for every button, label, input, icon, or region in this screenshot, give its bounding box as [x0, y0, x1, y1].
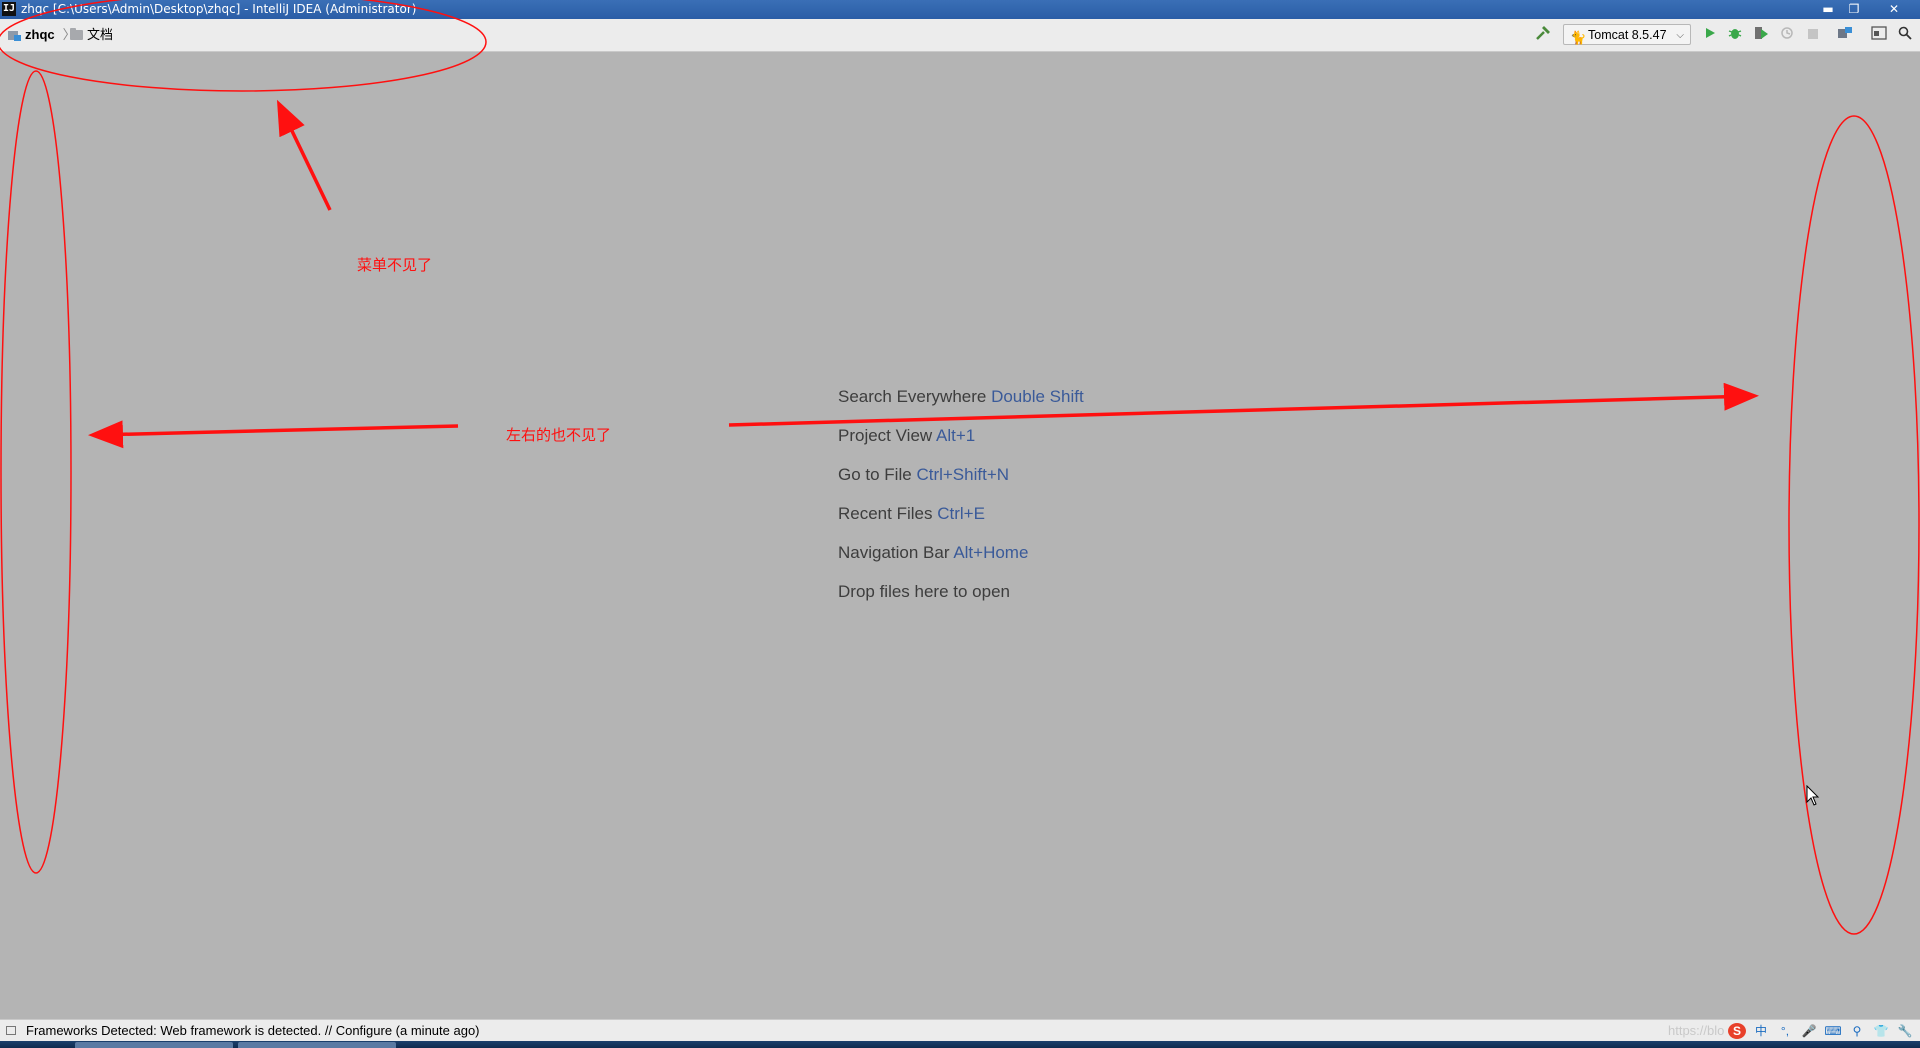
debug-icon[interactable]: [1725, 25, 1745, 45]
watermark-text: https://blo: [1668, 1023, 1725, 1038]
mouse-cursor-icon: [1806, 785, 1820, 806]
status-message[interactable]: Frameworks Detected: Web framework is de…: [26, 1020, 480, 1042]
layout-icon[interactable]: [1869, 25, 1889, 45]
hammer-icon[interactable]: [1533, 25, 1553, 45]
hint-label: Go to File: [838, 465, 912, 484]
user-icon[interactable]: ⚲: [1848, 1023, 1866, 1039]
hint-label: Recent Files: [838, 504, 933, 523]
punctuation-icon[interactable]: °,: [1776, 1023, 1794, 1039]
intellij-app-icon: IJ: [2, 2, 16, 16]
ime-language-indicator[interactable]: 中: [1752, 1023, 1770, 1039]
annotation-arrow-left: [88, 420, 459, 449]
hint-go-to-file: Go to File Ctrl+Shift+N: [838, 462, 1084, 501]
breadcrumb-folder[interactable]: 文档: [70, 19, 113, 51]
hint-navigation-bar: Navigation Bar Alt+Home: [838, 540, 1084, 579]
annotation-sides-missing: 左右的也不见了: [506, 426, 612, 444]
run-configuration-label: Tomcat 8.5.47: [1588, 28, 1667, 42]
project-name: zhqc: [25, 27, 55, 42]
hint-shortcut: Alt+Home: [953, 543, 1029, 562]
profile-icon: [1777, 25, 1797, 45]
hint-label: Drop files here to open: [838, 582, 1010, 601]
project-structure-icon[interactable]: [1835, 25, 1855, 45]
annotation-arrow-up: [276, 99, 332, 211]
hint-search-everywhere: Search Everywhere Double Shift: [838, 384, 1084, 423]
run-icon[interactable]: [1700, 25, 1720, 45]
annotation-menu-missing: 菜单不见了: [357, 256, 433, 274]
microphone-icon[interactable]: 🎤: [1800, 1023, 1818, 1039]
breadcrumb-project[interactable]: zhqc 〉: [8, 19, 76, 51]
folder-icon: [70, 28, 83, 40]
hint-shortcut: Alt+1: [935, 426, 976, 445]
hint-label: Navigation Bar: [838, 543, 950, 562]
hint-label: Search Everywhere: [838, 387, 987, 406]
tool-windows-toggle-icon[interactable]: [6, 1026, 16, 1035]
hint-recent-files: Recent Files Ctrl+E: [838, 501, 1084, 540]
status-bar: Frameworks Detected: Web framework is de…: [0, 1019, 1920, 1042]
stop-icon: [1803, 25, 1823, 45]
hint-shortcut: Double Shift: [991, 387, 1084, 406]
ime-tray: S 中 °, 🎤 ⌨ ⚲ 👕 🔧: [1728, 1023, 1914, 1039]
settings-wrench-icon[interactable]: 🔧: [1896, 1023, 1914, 1039]
navigation-bar: zhqc 〉 文档 🐈 Tomcat 8.5.47 ⌵: [0, 19, 1920, 52]
empty-editor-hints: Search Everywhere Double Shift Project V…: [838, 384, 1084, 618]
window-title-bar[interactable]: IJ zhqc [C:\Users\Admin\Desktop\zhqc] - …: [0, 0, 1920, 19]
hint-drop-files: Drop files here to open: [838, 579, 1084, 618]
sogou-ime-icon[interactable]: S: [1728, 1023, 1746, 1039]
coverage-icon[interactable]: [1751, 25, 1771, 45]
search-icon[interactable]: [1895, 25, 1915, 45]
hint-label: Project View: [838, 426, 933, 445]
skin-icon[interactable]: 👕: [1872, 1023, 1890, 1039]
hint-shortcut: Ctrl+E: [937, 504, 985, 523]
annotation-ellipse-right: [1788, 115, 1920, 935]
hint-project-view: Project View Alt+1: [838, 423, 1084, 462]
taskbar-item[interactable]: [75, 1042, 233, 1048]
windows-taskbar: [0, 1041, 1920, 1048]
tomcat-icon: 🐈: [1570, 30, 1587, 45]
keyboard-icon[interactable]: ⌨: [1824, 1023, 1842, 1039]
hint-shortcut: Ctrl+Shift+N: [916, 465, 1010, 484]
annotation-ellipse-left: [0, 70, 72, 874]
chevron-down-icon: ⌵: [1676, 30, 1684, 41]
folder-name: 文档: [87, 27, 114, 42]
minimize-button[interactable]: ▬: [1815, 0, 1841, 19]
run-configuration-select[interactable]: 🐈 Tomcat 8.5.47 ⌵: [1563, 24, 1691, 45]
window-title: zhqc [C:\Users\Admin\Desktop\zhqc] - Int…: [21, 2, 417, 16]
close-button[interactable]: ✕: [1881, 0, 1907, 19]
project-icon: [8, 29, 21, 41]
restore-button[interactable]: ❐: [1841, 0, 1867, 19]
taskbar-item[interactable]: [238, 1042, 396, 1048]
